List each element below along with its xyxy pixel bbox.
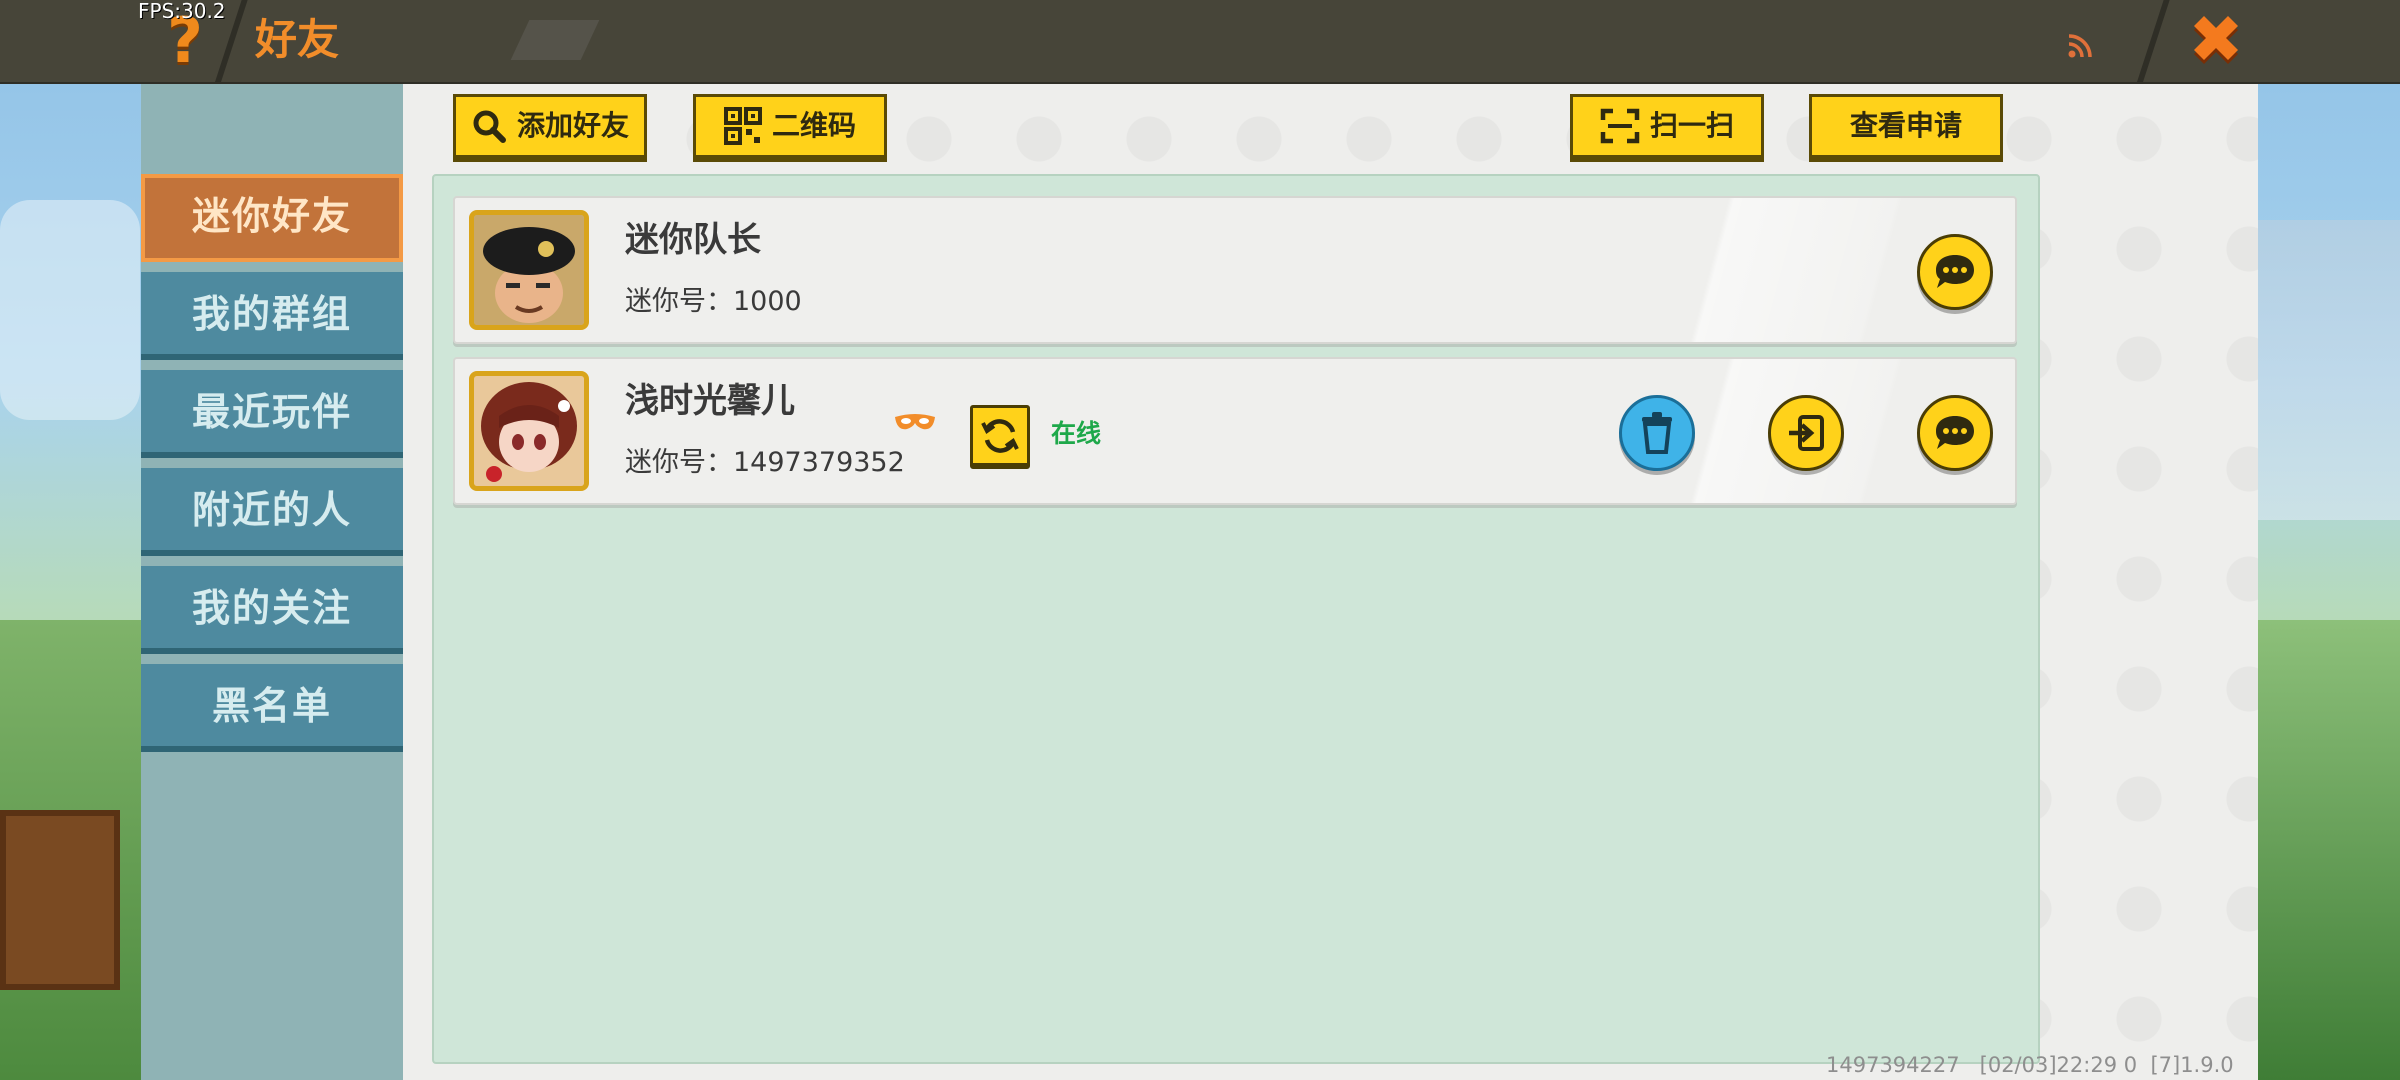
chat-button[interactable] [1917, 234, 1993, 310]
view-requests-button[interactable]: 查看申请 [1809, 94, 2003, 162]
refresh-button[interactable] [970, 405, 1030, 469]
background-hill-right [2258, 620, 2400, 1080]
background-crate [0, 810, 120, 990]
add-friend-button[interactable]: 添加好友 [453, 94, 647, 162]
sidebar-item-my-groups[interactable]: 我的群组 [141, 272, 403, 360]
avatar[interactable] [469, 210, 589, 330]
delete-friend-button[interactable] [1619, 395, 1695, 471]
mask-icon [895, 414, 935, 430]
search-icon [473, 110, 506, 143]
trash-icon [1642, 412, 1672, 454]
avatar-girl-icon [474, 376, 584, 486]
background-cloud [0, 200, 140, 420]
top-bar: ? 好友 [0, 0, 2400, 84]
fps-counter: FPS:30.2 [138, 0, 226, 23]
page-title: 好友 [255, 15, 340, 64]
rss-icon [2068, 34, 2092, 58]
friend-mini-id: 迷你号：1000 [625, 286, 802, 317]
qr-code-icon [723, 107, 762, 145]
sidebar-item-following[interactable]: 我的关注 [141, 566, 403, 654]
join-game-button[interactable] [1768, 395, 1844, 471]
refresh-icon [981, 418, 1019, 453]
friend-mini-id: 迷你号：1497379352 [625, 447, 905, 478]
close-divider [2136, 0, 2170, 84]
chat-icon [1936, 416, 1974, 449]
close-icon[interactable] [2180, 6, 2252, 78]
background-mountain [2258, 220, 2400, 520]
version-info: 1497394227 [02/03]22:29 0 [7]1.9.0 [1826, 1053, 2234, 1077]
scan-icon [1600, 108, 1640, 144]
friend-row[interactable]: 浅时光馨儿 迷你号：1497379352 在线 [453, 357, 2017, 505]
sidebar-item-recent-playmates[interactable]: 最近玩伴 [141, 370, 403, 458]
avatar-captain-icon [474, 215, 584, 325]
enter-icon [1789, 415, 1824, 451]
friend-row[interactable]: 迷你队长 迷你号：1000 [453, 196, 2017, 344]
sidebar-item-nearby[interactable]: 附近的人 [141, 468, 403, 556]
chat-icon [1936, 255, 1974, 288]
qr-code-label: 二维码 [771, 109, 856, 142]
qr-code-button[interactable]: 二维码 [693, 94, 887, 162]
sidebar-item-blacklist[interactable]: 黑名单 [141, 664, 403, 752]
scan-label: 扫一扫 [1649, 109, 1734, 142]
friend-name: 迷你队长 [625, 220, 761, 260]
title-decoration [510, 20, 600, 60]
add-friend-label: 添加好友 [516, 109, 629, 142]
scan-button[interactable]: 扫一扫 [1570, 94, 1764, 162]
online-status: 在线 [1051, 419, 1102, 448]
avatar[interactable] [469, 371, 589, 491]
friend-name: 浅时光馨儿 [625, 381, 795, 421]
chat-button[interactable] [1917, 395, 1993, 471]
sidebar-item-mini-friends[interactable]: 迷你好友 [141, 174, 403, 262]
